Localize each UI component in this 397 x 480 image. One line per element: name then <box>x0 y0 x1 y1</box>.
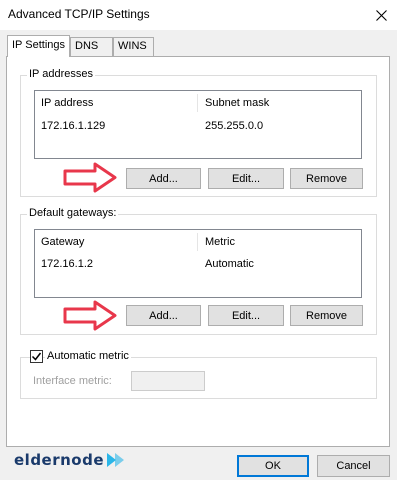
close-button[interactable] <box>365 0 397 30</box>
column-separator[interactable] <box>197 94 198 112</box>
tab-ip-settings[interactable]: IP Settings <box>7 35 70 57</box>
gateway-add-button[interactable]: Add... <box>126 305 201 326</box>
tab-dns[interactable]: DNS <box>70 37 113 56</box>
column-separator[interactable] <box>197 233 198 251</box>
window-title: Advanced TCP/IP Settings <box>8 7 150 21</box>
automatic-metric-checkbox[interactable] <box>30 350 43 363</box>
column-header-gateway[interactable]: Gateway <box>41 236 84 248</box>
column-header-ip-address[interactable]: IP address <box>41 97 93 109</box>
ok-button[interactable]: OK <box>237 455 309 477</box>
close-icon <box>375 9 387 21</box>
column-header-subnet-mask[interactable]: Subnet mask <box>205 97 269 109</box>
automatic-metric-label[interactable]: Automatic metric <box>45 350 131 362</box>
checkmark-icon <box>31 352 42 361</box>
ip-addresses-group-label: IP addresses <box>27 68 96 80</box>
ip-remove-button[interactable]: Remove <box>290 168 363 189</box>
logo-text: eldernode <box>14 451 105 469</box>
interface-metric-label: Interface metric: <box>33 375 112 387</box>
ip-edit-button[interactable]: Edit... <box>208 168 284 189</box>
tab-wins[interactable]: WINS <box>113 37 154 56</box>
ip-add-button[interactable]: Add... <box>126 168 201 189</box>
default-gateways-group-label: Default gateways: <box>27 207 119 219</box>
gateway-value[interactable]: 172.16.1.2 <box>41 258 93 270</box>
arrow-annotation-icon <box>63 300 117 331</box>
interface-metric-input[interactable] <box>131 371 205 391</box>
ip-address-value[interactable]: 172.16.1.129 <box>41 120 105 132</box>
gateway-edit-button[interactable]: Edit... <box>208 305 284 326</box>
arrow-annotation-icon <box>63 162 117 193</box>
cancel-button[interactable]: Cancel <box>317 455 390 477</box>
metric-value[interactable]: Automatic <box>205 258 254 270</box>
subnet-mask-value[interactable]: 255.255.0.0 <box>205 120 263 132</box>
play-arrow-icon <box>107 453 125 467</box>
logo: eldernode <box>14 449 128 471</box>
column-header-metric[interactable]: Metric <box>205 236 235 248</box>
gateway-remove-button[interactable]: Remove <box>290 305 363 326</box>
